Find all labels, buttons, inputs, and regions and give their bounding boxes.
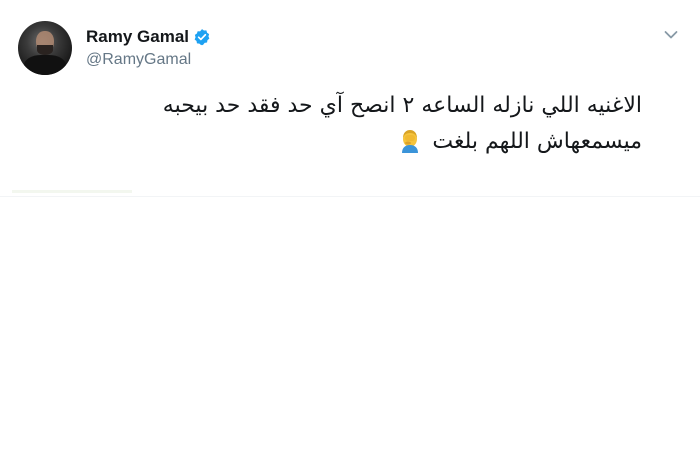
divider — [12, 190, 132, 193]
user-names: Ramy Gamal @RamyGamal — [86, 27, 211, 69]
chevron-down-icon — [664, 27, 678, 45]
tweet-text-line: الاغنيه اللي نازله الساعه ٢ انصح آي حد ف… — [162, 93, 642, 118]
face-palm-emoji-icon — [399, 129, 421, 153]
user-handle[interactable]: @RamyGamal — [86, 51, 211, 69]
tweet-header: Ramy Gamal @RamyGamal — [18, 18, 211, 78]
verified-badge-icon — [193, 28, 211, 46]
display-name-row: Ramy Gamal — [86, 27, 211, 47]
tweet-card: Ramy Gamal @RamyGamal الاغنيه اللي نازله… — [0, 0, 700, 197]
tweet-text-line: ميسمعهاش اللهم بلغت — [82, 124, 642, 160]
tweet-menu-button[interactable] — [660, 26, 682, 46]
display-name[interactable]: Ramy Gamal — [86, 27, 189, 47]
avatar[interactable] — [18, 21, 72, 75]
tweet-text: الاغنيه اللي نازله الساعه ٢ انصح آي حد ف… — [82, 88, 642, 160]
